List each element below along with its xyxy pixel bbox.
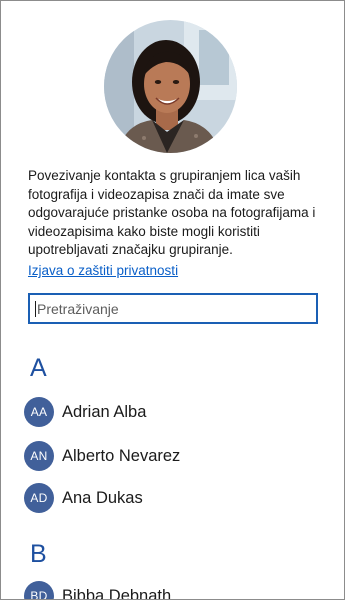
contact-avatar: AN <box>24 441 54 471</box>
contact-avatar: AA <box>24 397 54 427</box>
contact-name: Alberto Nevarez <box>62 446 181 465</box>
contact-name: Adrian Alba <box>62 402 147 421</box>
privacy-statement-link[interactable]: Izjava o zaštiti privatnosti <box>28 263 178 278</box>
contact-name: Ana Dukas <box>62 488 143 507</box>
contact-item[interactable]: AA Adrian Alba <box>24 397 146 427</box>
search-input[interactable] <box>37 300 287 317</box>
text-caret <box>35 300 36 317</box>
grouping-consent-text: Povezivanje kontakta s grupiranjem lica … <box>28 168 316 258</box>
search-box[interactable] <box>28 293 318 324</box>
group-header-a: A <box>30 354 47 382</box>
group-header-b: B <box>30 540 47 568</box>
contact-avatar: AD <box>24 483 54 513</box>
contact-item[interactable]: BD Bibba Debnath <box>24 581 172 600</box>
contact-picker-panel: Povezivanje kontakta s grupiranjem lica … <box>0 0 345 600</box>
contact-item[interactable]: AN Alberto Nevarez <box>24 441 180 471</box>
contact-avatar: BD <box>24 581 54 599</box>
contact-name: Bibba Debnath <box>62 586 172 600</box>
contact-item[interactable]: AD Ana Dukas <box>24 483 143 513</box>
person-photo-icon <box>104 20 237 153</box>
